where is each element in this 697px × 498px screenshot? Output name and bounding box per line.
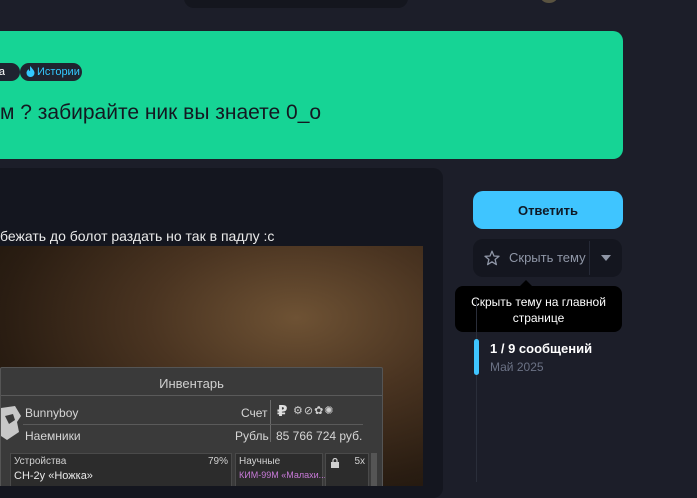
thread-progress-track[interactable] xyxy=(476,300,477,482)
tooltip-arrow xyxy=(520,280,532,286)
thread-header: та Истории м ? забирайте ник вы знаете 0… xyxy=(0,31,623,159)
hide-options-dropdown[interactable] xyxy=(590,239,622,277)
inventory-title: Инвентарь xyxy=(159,376,224,391)
slot-item: КИМ-99М «Малахи... xyxy=(239,470,327,480)
inventory-slot: Научные КИМ-99М «Малахи... xyxy=(235,453,327,486)
tag-stories[interactable]: Истории xyxy=(20,63,82,81)
slot-percent: 79% xyxy=(207,456,228,467)
search-bar[interactable] xyxy=(184,0,408,8)
lock-icon xyxy=(331,458,339,468)
achievement-icons: ⚙⊘✿✺ xyxy=(293,405,335,417)
tag-prefix[interactable]: та xyxy=(0,63,20,81)
slot-item: СН-2у «Ножка» xyxy=(14,470,93,482)
ruble-icon: ₽ xyxy=(277,403,288,420)
thread-date: Май 2025 xyxy=(490,360,544,374)
page-title: м ? забирайте ник вы знаете 0_о xyxy=(0,101,322,124)
message-counter: 1 / 9 сообщений xyxy=(490,341,593,356)
divider xyxy=(1,395,382,396)
player-name: Bunnyboy xyxy=(25,406,79,420)
flame-icon xyxy=(26,66,35,77)
post-image[interactable]: Инвентарь Bunnyboy Наемники Счет Рубль ₽… xyxy=(0,246,423,486)
tooltip-text-line1: Скрыть тему на главной xyxy=(471,295,606,309)
hide-thread-label: Скрыть тему xyxy=(509,250,586,265)
chevron-down-icon xyxy=(601,255,611,261)
tag-prefix-label: та xyxy=(0,66,6,78)
slot-count: 5х xyxy=(354,456,365,467)
inventory-slot: Устройства 79% СН-2у «Ножка» xyxy=(10,453,232,486)
thread-progress-handle[interactable] xyxy=(474,339,479,375)
hide-thread-control: Скрыть тему xyxy=(473,239,622,277)
score-label: Счет xyxy=(241,406,268,420)
divider xyxy=(23,424,363,425)
inventory-slot: 5х xyxy=(325,453,369,486)
inventory-panel: Инвентарь Bunnyboy Наемники Счет Рубль ₽… xyxy=(0,367,383,486)
slot-label: Научные xyxy=(239,456,281,467)
money-amount: 85 766 724 руб. xyxy=(276,429,363,443)
player-faction: Наемники xyxy=(25,429,81,443)
slot-label: Устройства xyxy=(14,456,67,467)
star-icon xyxy=(484,250,500,266)
tooltip: Скрыть тему на главной странице xyxy=(455,280,622,332)
reply-button[interactable]: Ответить xyxy=(473,191,623,229)
scrollbar xyxy=(371,453,377,486)
tag-stories-label: Истории xyxy=(37,66,80,78)
wolf-emblem-icon xyxy=(1,406,21,440)
tooltip-text-line2: странице xyxy=(512,311,565,325)
currency-label: Рубль xyxy=(235,429,269,443)
avatar[interactable] xyxy=(541,0,557,3)
divider xyxy=(270,400,271,442)
post-text: бежать до болот раздать но так в падлу :… xyxy=(0,228,275,244)
hide-thread-button[interactable]: Скрыть тему xyxy=(473,239,589,277)
